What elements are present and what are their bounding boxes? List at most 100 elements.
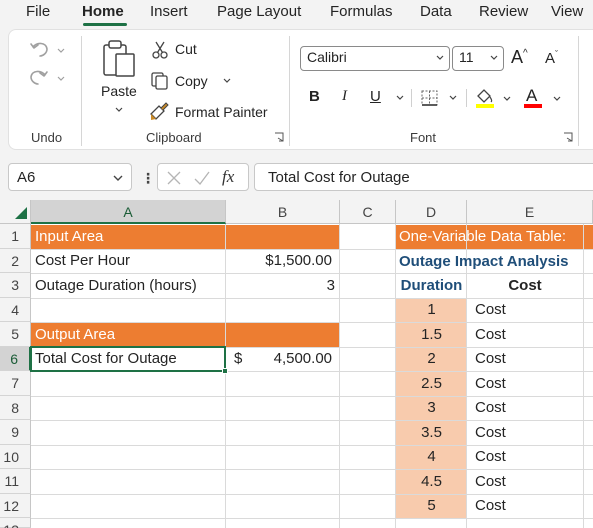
select-all-corner[interactable] [0,200,31,224]
cell-e4[interactable]: Cost [475,298,506,322]
font-size-value: 11 [459,49,474,65]
gridline [31,322,593,323]
cell-e8[interactable]: Cost [475,396,506,420]
column-header-a[interactable]: A [31,200,226,224]
cell-d12[interactable]: 5 [396,494,467,518]
cell-d10[interactable]: 4 [396,445,467,469]
cell-e7[interactable]: Cost [475,372,506,396]
dialog-launcher-icon[interactable] [274,132,284,142]
more-options-icon[interactable]: ⋮ [141,170,155,187]
cell-e3[interactable]: Cost [467,274,583,298]
row-header-10[interactable]: 10 [0,445,31,469]
formula-input[interactable]: Total Cost for Outage [254,163,593,191]
row-header-12[interactable]: 12 [0,494,31,518]
insert-function-button[interactable]: fx [222,167,234,187]
cell-d7[interactable]: 2.5 [396,372,467,396]
tab-review[interactable]: Review [479,3,528,20]
cell-d11[interactable]: 4.5 [396,470,467,494]
divider [466,89,467,107]
caret-down-icon: ˇ [555,49,559,59]
row-header-3[interactable]: 3 [0,273,31,298]
column-header-e[interactable]: E [467,200,593,224]
cell-d9[interactable]: 3.5 [396,421,467,445]
cell-e10[interactable]: Cost [475,445,506,469]
gridline [31,445,593,446]
cell-e11[interactable]: Cost [475,470,506,494]
formula-tools: fx [157,163,249,191]
row-header-9[interactable]: 9 [0,420,31,445]
row-header-7[interactable]: 7 [0,371,31,396]
divider [411,89,412,107]
cell-d2[interactable]: Outage Impact Analysis [399,250,569,274]
chevron-down-icon[interactable] [112,175,124,183]
redo-icon [30,70,65,85]
cell-d3[interactable]: Duration [396,274,467,298]
row-header-13[interactable]: 13 [0,518,31,528]
cancel-icon[interactable] [166,170,182,186]
cell-a1[interactable]: Input Area [35,225,103,249]
row-header-1[interactable]: 1 [0,224,31,249]
cell-b3[interactable]: 3 [228,274,335,298]
format-painter-button[interactable]: Format Painter [148,101,276,123]
cut-button[interactable]: Cut [150,39,210,61]
bold-button[interactable]: B [309,88,320,105]
tab-data[interactable]: Data [420,3,452,20]
font-size-select[interactable]: 11 [452,46,504,71]
font-name-select[interactable]: Calibri [300,46,450,71]
cell-d1[interactable]: One-Variable Data Table: [399,225,593,249]
gridline [225,224,226,528]
copy-label: Copy [175,73,208,89]
cell-d4[interactable]: 1 [396,298,467,322]
tab-formulas[interactable]: Formulas [330,3,393,20]
redo-button[interactable] [28,66,70,90]
fill-handle[interactable] [222,368,228,374]
cell-e9[interactable]: Cost [475,421,506,445]
paste-button[interactable]: Paste [96,38,140,118]
scissors-icon [152,41,168,59]
gridline [31,469,593,470]
cell-d8[interactable]: 3 [396,396,467,420]
tab-insert[interactable]: Insert [150,3,188,20]
borders-button[interactable] [420,88,460,108]
cell-a5[interactable]: Output Area [35,323,115,347]
tab-home[interactable]: Home [82,3,124,20]
shrink-font-button[interactable]: Aˇ [545,49,569,72]
font-color-button[interactable]: A [522,86,562,110]
copy-button[interactable]: Copy [150,70,240,92]
row-header-8[interactable]: 8 [0,396,31,420]
tab-page-layout[interactable]: Page Layout [217,3,301,20]
gridline [31,518,593,519]
row-header-2[interactable]: 2 [0,249,31,273]
borders-icon [421,90,438,106]
enter-check-icon[interactable] [193,170,211,186]
cell-e6[interactable]: Cost [475,347,506,371]
row-header-11[interactable]: 11 [0,469,31,494]
cell-d6[interactable]: 2 [396,347,467,371]
column-header-d[interactable]: D [396,200,467,224]
tab-file[interactable]: File [26,3,50,20]
chevron-down-icon[interactable] [395,94,405,102]
shrink-font-label: A [545,50,556,67]
row-header-6[interactable]: 6 [0,347,31,371]
grow-font-button[interactable]: A^ [511,47,535,69]
column-header-b[interactable]: B [226,200,340,224]
cell-b6[interactable]: 4,500.00 [250,347,332,371]
column-header-c[interactable]: C [340,200,396,224]
italic-button[interactable]: I [342,88,347,105]
caret-up-icon: ^ [523,48,528,59]
chevron-down-icon [115,107,123,112]
cell-e5[interactable]: Cost [475,323,506,347]
underline-button[interactable]: U [370,88,381,105]
cell-b2[interactable]: $1,500.00 [228,249,332,273]
dialog-launcher-icon[interactable] [563,132,573,142]
undo-button[interactable] [28,38,70,62]
cell-a2[interactable]: Cost Per Hour [35,249,130,273]
row-header-4[interactable]: 4 [0,298,31,322]
cell-a3[interactable]: Outage Duration (hours) [35,274,197,298]
format-painter-label: Format Painter [175,104,268,120]
fill-color-button[interactable] [474,86,514,110]
cell-e12[interactable]: Cost [475,494,506,518]
cell-d5[interactable]: 1.5 [396,323,467,347]
row-header-5[interactable]: 5 [0,322,31,347]
tab-view[interactable]: View [551,3,583,20]
